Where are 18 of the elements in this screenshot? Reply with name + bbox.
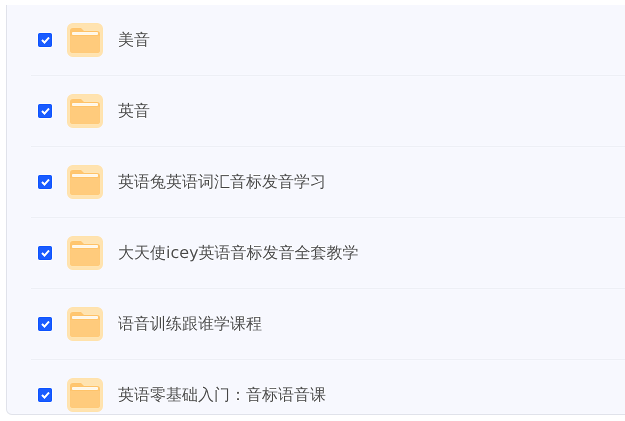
folder-icon	[67, 378, 103, 412]
folder-icon	[67, 23, 103, 57]
checkbox[interactable]	[38, 104, 52, 118]
checkbox[interactable]	[38, 317, 52, 331]
folder-name[interactable]: 英语零基础入门：音标语音课	[118, 384, 326, 406]
folder-name[interactable]: 美音	[118, 30, 150, 50]
checkbox[interactable]	[38, 388, 52, 402]
checkbox[interactable]	[38, 33, 52, 47]
folder-name[interactable]: 英语兔英语词汇音标发音学习	[118, 172, 326, 192]
folder-icon	[67, 165, 103, 199]
checkbox[interactable]	[38, 175, 52, 189]
folder-icon	[67, 307, 103, 341]
folder-name[interactable]: 大天使icey英语音标发音全套教学	[118, 242, 359, 264]
folder-name[interactable]: 英音	[118, 100, 150, 122]
folder-name[interactable]: 语音训练跟谁学课程	[118, 314, 262, 334]
folder-icon	[67, 236, 103, 270]
checkbox[interactable]	[38, 246, 52, 260]
folder-icon	[67, 94, 103, 128]
